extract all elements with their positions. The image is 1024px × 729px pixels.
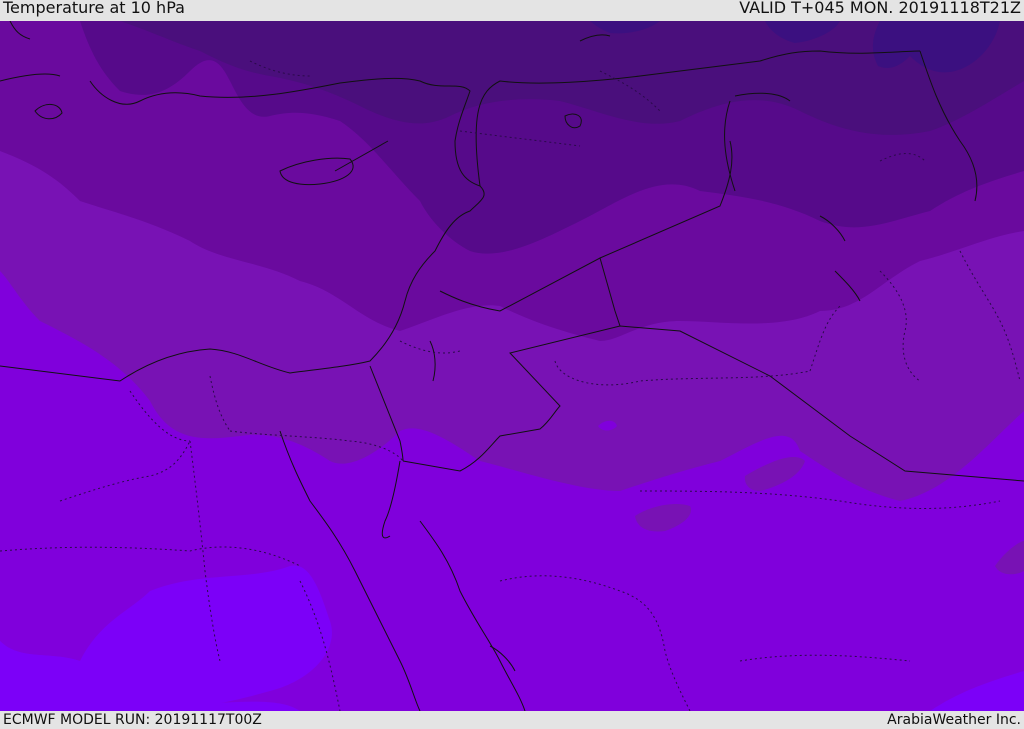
model-run-label: ECMWF MODEL RUN: 20191117T00Z (3, 712, 262, 728)
temperature-map[interactable] (0, 21, 1024, 711)
credit-label: ArabiaWeather Inc. (887, 712, 1021, 728)
map-title: Temperature at 10 hPa (3, 0, 185, 17)
valid-time: VALID T+045 MON. 20191118T21Z (739, 0, 1021, 17)
title-bar: Temperature at 10 hPa VALID T+045 MON. 2… (0, 0, 1024, 21)
footer-bar: ECMWF MODEL RUN: 20191117T00Z ArabiaWeat… (0, 711, 1024, 729)
